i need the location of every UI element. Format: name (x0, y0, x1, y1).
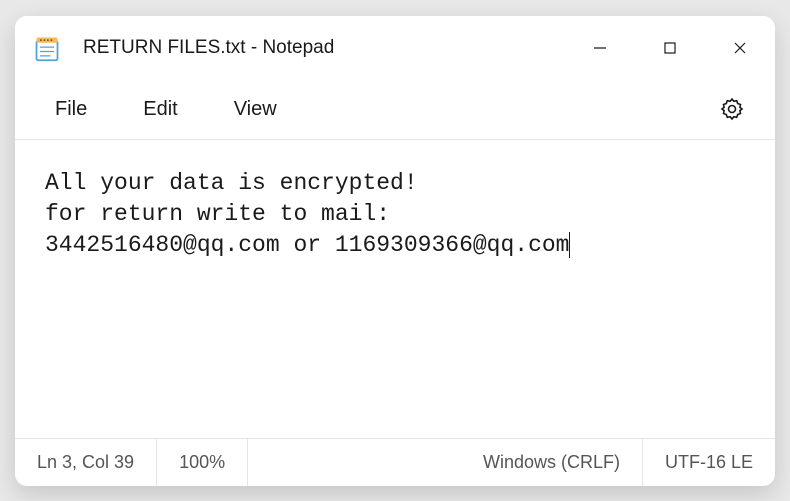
close-button[interactable] (705, 16, 775, 80)
text-line-1: All your data is encrypted! (45, 170, 418, 196)
status-encoding: UTF-16 LE (643, 439, 775, 486)
titlebar: RETURN FILES.txt - Notepad (15, 16, 775, 80)
minimize-button[interactable] (565, 16, 635, 80)
notepad-app-icon (33, 34, 61, 62)
window-title: RETURN FILES.txt - Notepad (83, 37, 565, 59)
notepad-window: RETURN FILES.txt - Notepad File Edit Vie… (15, 16, 775, 486)
text-caret (569, 232, 570, 257)
menu-view[interactable]: View (206, 88, 305, 131)
menu-edit[interactable]: Edit (115, 88, 205, 131)
gear-icon (720, 97, 744, 121)
text-line-2: for return write to mail: (45, 201, 390, 227)
window-controls (565, 16, 775, 80)
menu-file[interactable]: File (27, 88, 115, 131)
status-line-ending: Windows (CRLF) (461, 439, 643, 486)
status-zoom[interactable]: 100% (157, 439, 248, 486)
text-editor[interactable]: All your data is encrypted! for return w… (15, 140, 775, 438)
menubar: File Edit View (15, 80, 775, 140)
text-line-3: 3442516480@qq.com or 1169309366@qq.com (45, 232, 570, 258)
maximize-button[interactable] (635, 16, 705, 80)
statusbar: Ln 3, Col 39 100% Windows (CRLF) UTF-16 … (15, 438, 775, 486)
settings-button[interactable] (711, 88, 753, 130)
status-position: Ln 3, Col 39 (15, 439, 157, 486)
